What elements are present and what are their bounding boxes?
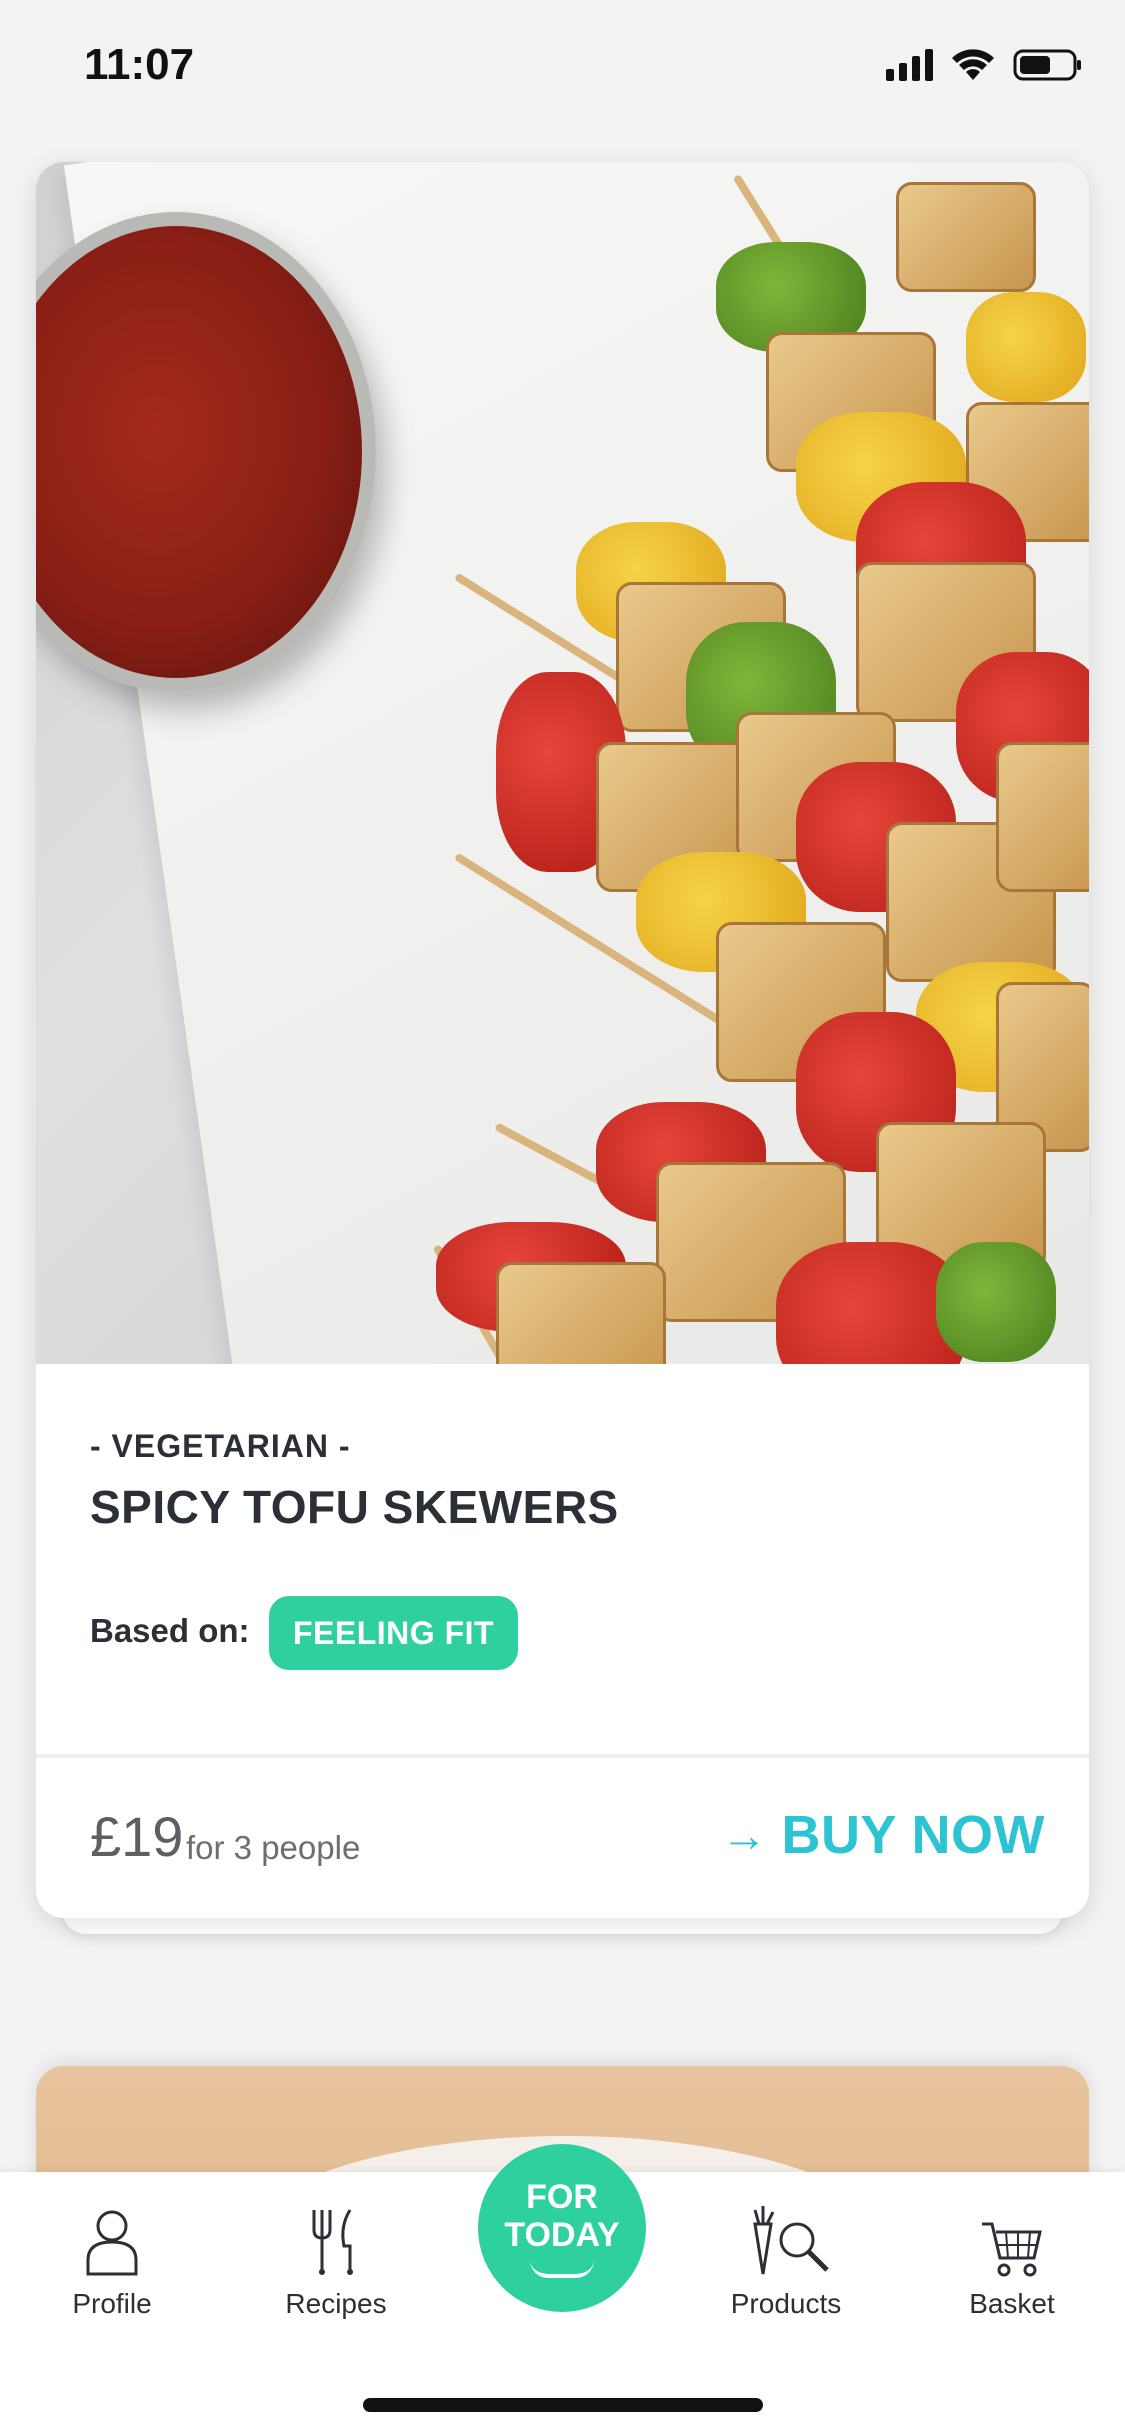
for-today-button[interactable]: FOR TODAY	[478, 2144, 646, 2312]
recipe-category: - VEGETARIAN -	[90, 1428, 351, 1464]
arrow-right-icon: →	[720, 1809, 768, 1861]
feeling-fit-tag[interactable]: FEELING FIT	[269, 1596, 519, 1670]
status-bar: 11:07	[0, 0, 1125, 140]
tab-recipes-label: Recipes	[285, 2288, 387, 2319]
tab-profile-label: Profile	[72, 2288, 152, 2319]
tab-recipes[interactable]: Recipes	[246, 2198, 426, 2320]
recipe-card-body: - VEGETARIAN - SPICY TOFU SKEWERS Based …	[36, 1364, 1089, 1918]
tab-basket-label: Basket	[969, 2288, 1055, 2319]
battery-icon	[1013, 48, 1083, 82]
recipe-title: SPICY TOFU SKEWERS	[90, 1481, 619, 1533]
wifi-icon	[951, 48, 995, 82]
green-pepper	[936, 1242, 1056, 1362]
cart-icon	[922, 2198, 1102, 2278]
divider	[36, 1754, 1089, 1758]
carrot-search-icon	[696, 2198, 876, 2278]
fork-knife-icon	[246, 2198, 426, 2278]
yellow-pepper	[966, 292, 1086, 402]
serving-size: for 3 people	[186, 1829, 361, 1866]
buy-now-label: BUY NOW	[781, 1805, 1045, 1865]
tofu-cube	[996, 742, 1089, 892]
recipe-price: £19	[90, 1805, 184, 1868]
buy-now-button[interactable]: → BUY NOW	[721, 1804, 1045, 1866]
tab-bar: Profile Recipes FOR TODAY Products Baske…	[0, 2144, 1125, 2436]
for-today-line1: FOR	[526, 2178, 598, 2216]
tab-basket[interactable]: Basket	[922, 2198, 1102, 2320]
recipe-hero-image	[36, 162, 1089, 1364]
signal-icon	[886, 49, 933, 81]
smile-icon	[530, 2260, 594, 2278]
status-time: 11:07	[84, 40, 195, 89]
tofu-cube	[496, 1262, 666, 1364]
recipe-card[interactable]: - VEGETARIAN - SPICY TOFU SKEWERS Based …	[36, 162, 1089, 1918]
tab-profile[interactable]: Profile	[22, 2198, 202, 2320]
for-today-line2: TODAY	[504, 2216, 620, 2254]
tofu-cube	[896, 182, 1036, 292]
based-on-label: Based on:	[90, 1612, 250, 1649]
tab-products-label: Products	[730, 2288, 842, 2319]
tab-products[interactable]: Products	[696, 2198, 876, 2320]
person-icon	[22, 2198, 202, 2278]
home-indicator[interactable]	[363, 2398, 763, 2412]
status-icons	[886, 48, 1083, 82]
